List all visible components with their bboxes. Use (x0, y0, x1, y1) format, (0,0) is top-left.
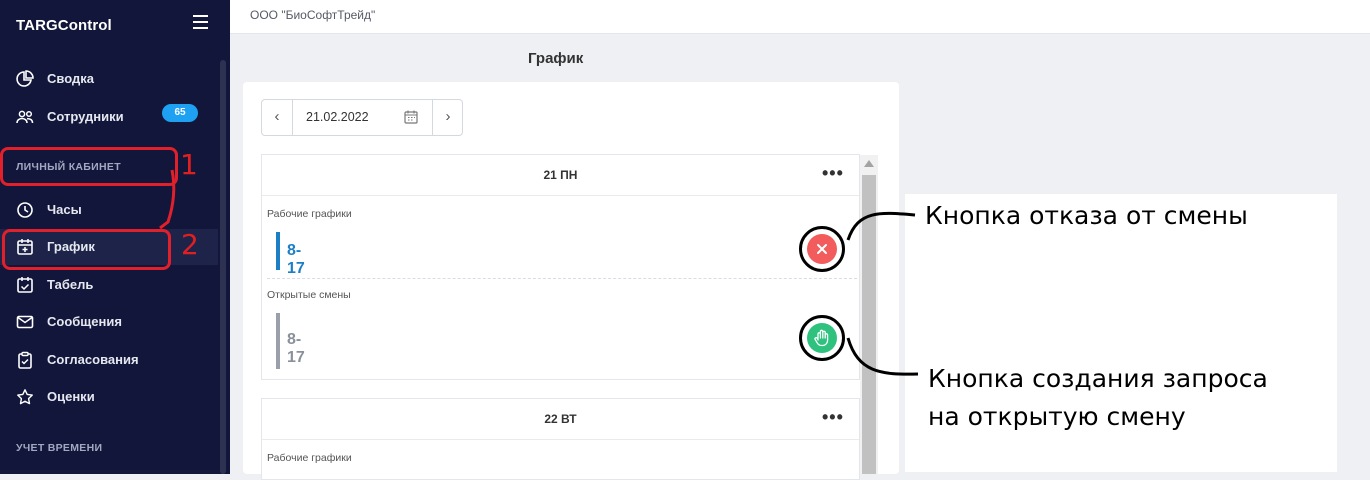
annotation-lines (159, 169, 919, 376)
